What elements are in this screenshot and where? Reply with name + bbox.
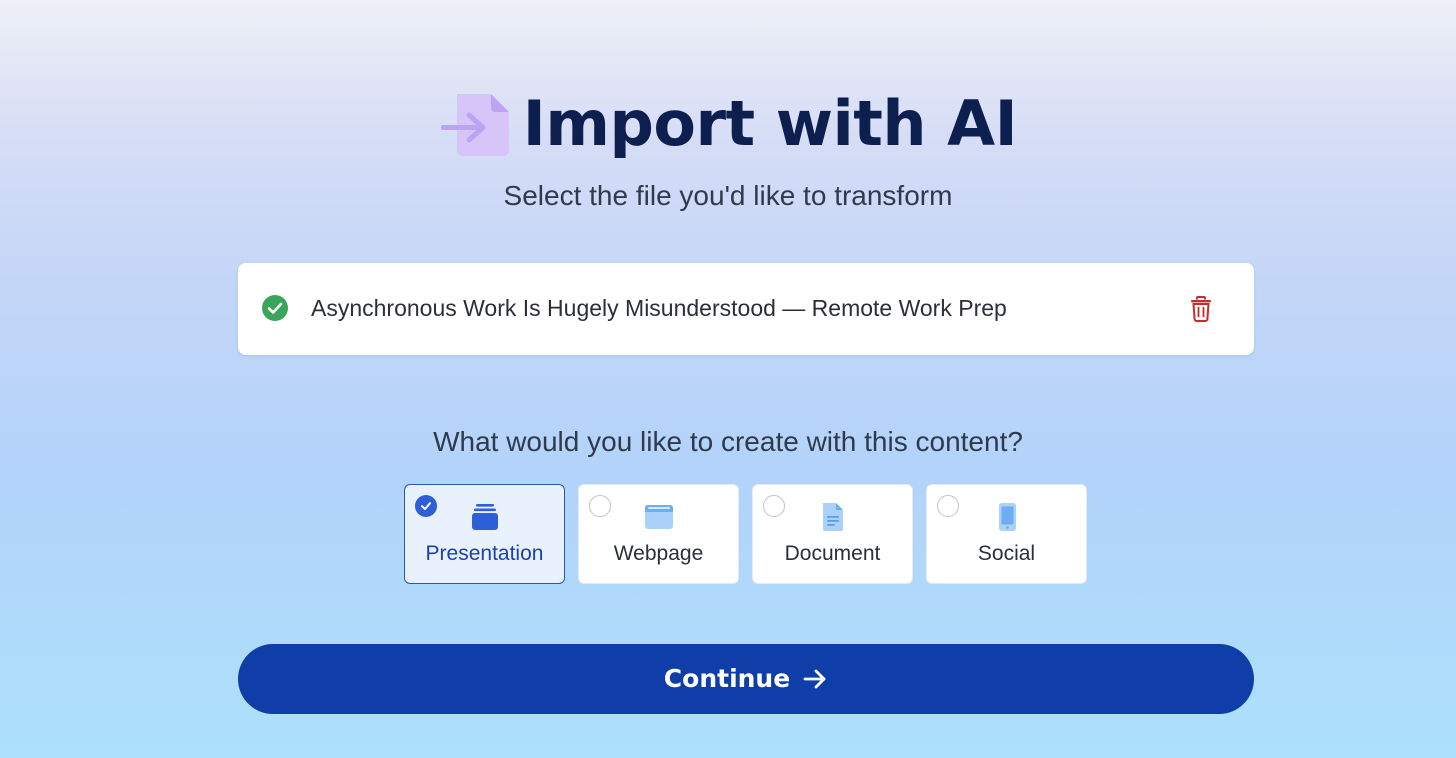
create-question: What would you like to create with this … [433,426,1023,457]
arrow-right-icon [802,666,828,692]
continue-label: Continue [663,664,791,693]
page-subtitle: Select the file you'd like to transform [503,180,953,211]
option-label: Presentation [425,542,544,565]
mobile-icon [927,501,1086,533]
option-document[interactable]: Document [752,484,913,584]
output-type-options: Presentation Webpage Document Social [404,484,1087,584]
page-header: Import with AI [0,78,1456,170]
continue-button[interactable]: Continue [238,644,1254,714]
check-circle-icon [261,294,289,322]
option-label: Social [977,542,1036,565]
selected-file-card: Asynchronous Work Is Hugely Misunderstoo… [238,263,1254,355]
file-name: Asynchronous Work Is Hugely Misunderstoo… [311,295,1007,321]
option-label: Document [784,542,881,565]
trash-icon [1191,296,1211,322]
page-title: Import with AI [522,87,1018,160]
webpage-icon [579,501,738,533]
option-social[interactable]: Social [926,484,1087,584]
document-icon [753,501,912,533]
option-presentation[interactable]: Presentation [404,484,565,584]
file-import-icon [439,86,515,162]
presentation-icon [405,501,564,533]
delete-file-button[interactable] [1189,296,1213,322]
option-webpage[interactable]: Webpage [578,484,739,584]
option-label: Webpage [613,542,704,565]
